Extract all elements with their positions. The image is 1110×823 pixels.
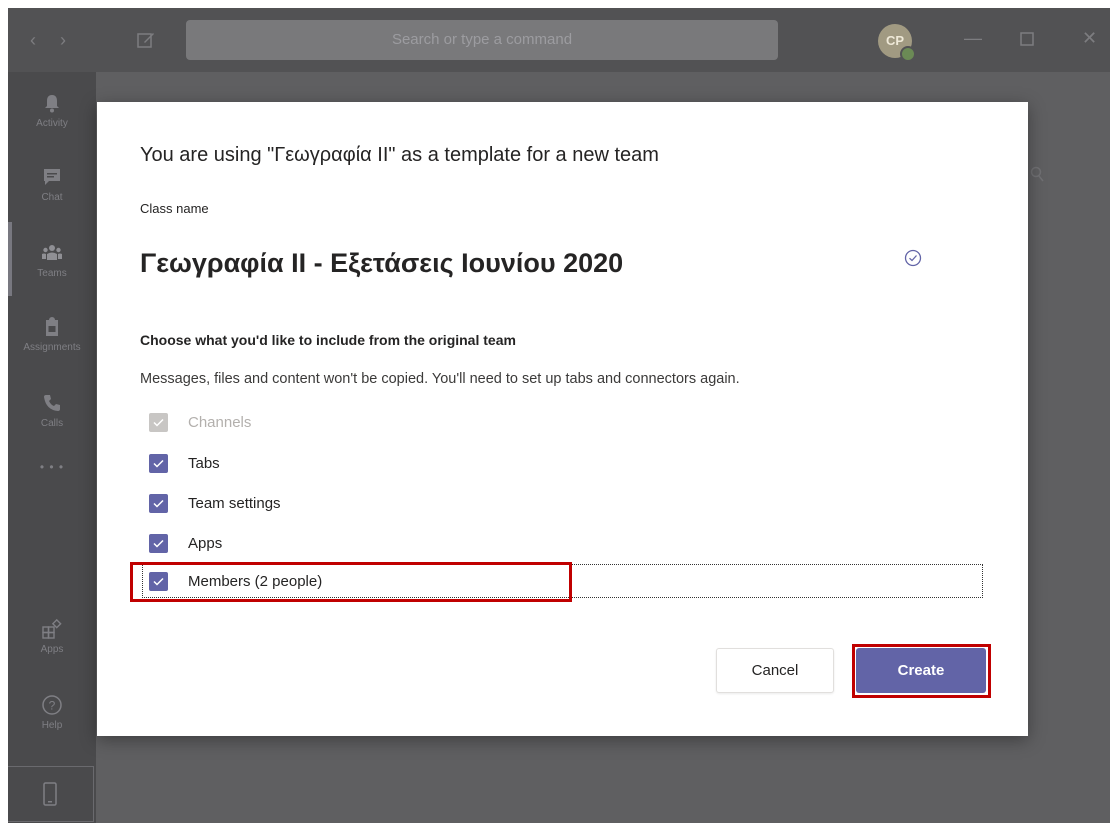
- search-input[interactable]: Search or type a command: [186, 20, 778, 60]
- rail-label: Chat: [41, 192, 63, 203]
- option-label: Apps: [188, 535, 223, 552]
- back-arrow-icon[interactable]: ‹: [30, 30, 36, 50]
- rail-item-calls[interactable]: Calls: [8, 392, 96, 429]
- rail-label: Help: [41, 720, 63, 731]
- app-rail: Activity Chat Teams Assignments Calls • …: [8, 72, 96, 823]
- more-apps-button[interactable]: • • •: [8, 460, 96, 474]
- forward-arrow-icon[interactable]: ›: [60, 30, 66, 50]
- rail-item-apps[interactable]: Apps: [8, 618, 96, 655]
- rail-label: Apps: [40, 644, 64, 655]
- bell-icon: [45, 95, 59, 113]
- rail-item-teams[interactable]: Teams: [8, 242, 96, 279]
- copy-note: Messages, files and content won't be cop…: [140, 371, 740, 387]
- rail-item-assignments[interactable]: Assignments: [8, 316, 96, 353]
- rail-label: Calls: [40, 418, 64, 429]
- title-bar: ‹ › Search or type a command CP — ✕: [8, 8, 1110, 72]
- option-label: Tabs: [188, 455, 220, 472]
- rail-label: Teams: [37, 268, 67, 279]
- compose-icon[interactable]: [136, 30, 156, 50]
- highlight-members-annotation: [130, 562, 572, 602]
- phone-icon: [44, 395, 60, 411]
- rail-item-activity[interactable]: Activity: [8, 92, 96, 129]
- help-icon: ?: [42, 695, 62, 715]
- device-button[interactable]: [8, 766, 94, 822]
- presence-status-icon: [900, 46, 916, 62]
- create-team-dialog: You are using "Γεωγραφία ΙΙ" as a templa…: [97, 102, 1028, 736]
- checkmark-icon: [153, 539, 164, 548]
- close-icon[interactable]: ✕: [1082, 28, 1097, 48]
- option-label: Channels: [188, 414, 252, 431]
- checkmark-icon: [153, 499, 164, 508]
- rail-item-help[interactable]: ? Help: [8, 694, 96, 731]
- rail-item-chat[interactable]: Chat: [8, 166, 96, 203]
- minimize-icon[interactable]: —: [964, 28, 982, 48]
- maximize-icon[interactable]: [1020, 30, 1034, 50]
- check-circle-icon: [904, 249, 922, 267]
- chat-icon: [44, 169, 60, 185]
- highlight-create-annotation: [852, 644, 991, 698]
- cancel-button[interactable]: Cancel: [716, 648, 834, 693]
- class-name-label: Class name: [140, 201, 209, 216]
- apps-icon: [42, 618, 62, 639]
- option-label: Team settings: [188, 495, 281, 512]
- ellipsis-icon: • • •: [39, 460, 65, 474]
- assignments-icon: [46, 317, 58, 336]
- checkmark-icon: [153, 418, 164, 427]
- checkbox-tabs[interactable]: [149, 454, 168, 473]
- rail-label: Assignments: [23, 342, 81, 353]
- checkbox-apps[interactable]: [149, 534, 168, 553]
- background-search-icon: [1030, 166, 1044, 182]
- checkmark-icon: [153, 459, 164, 468]
- checkbox-team-settings[interactable]: [149, 494, 168, 513]
- dialog-title: You are using "Γεωγραφία ΙΙ" as a templa…: [140, 144, 659, 166]
- include-heading: Choose what you'd like to include from t…: [140, 332, 516, 348]
- teams-icon: [42, 245, 62, 260]
- rail-label: Activity: [36, 118, 68, 129]
- class-name-field[interactable]: Γεωγραφία ΙΙ - Εξετάσεις Ιουνίου 2020: [140, 248, 623, 279]
- svg-text:?: ?: [49, 699, 56, 713]
- mobile-device-icon: [43, 782, 57, 806]
- checkbox-channels: [149, 413, 168, 432]
